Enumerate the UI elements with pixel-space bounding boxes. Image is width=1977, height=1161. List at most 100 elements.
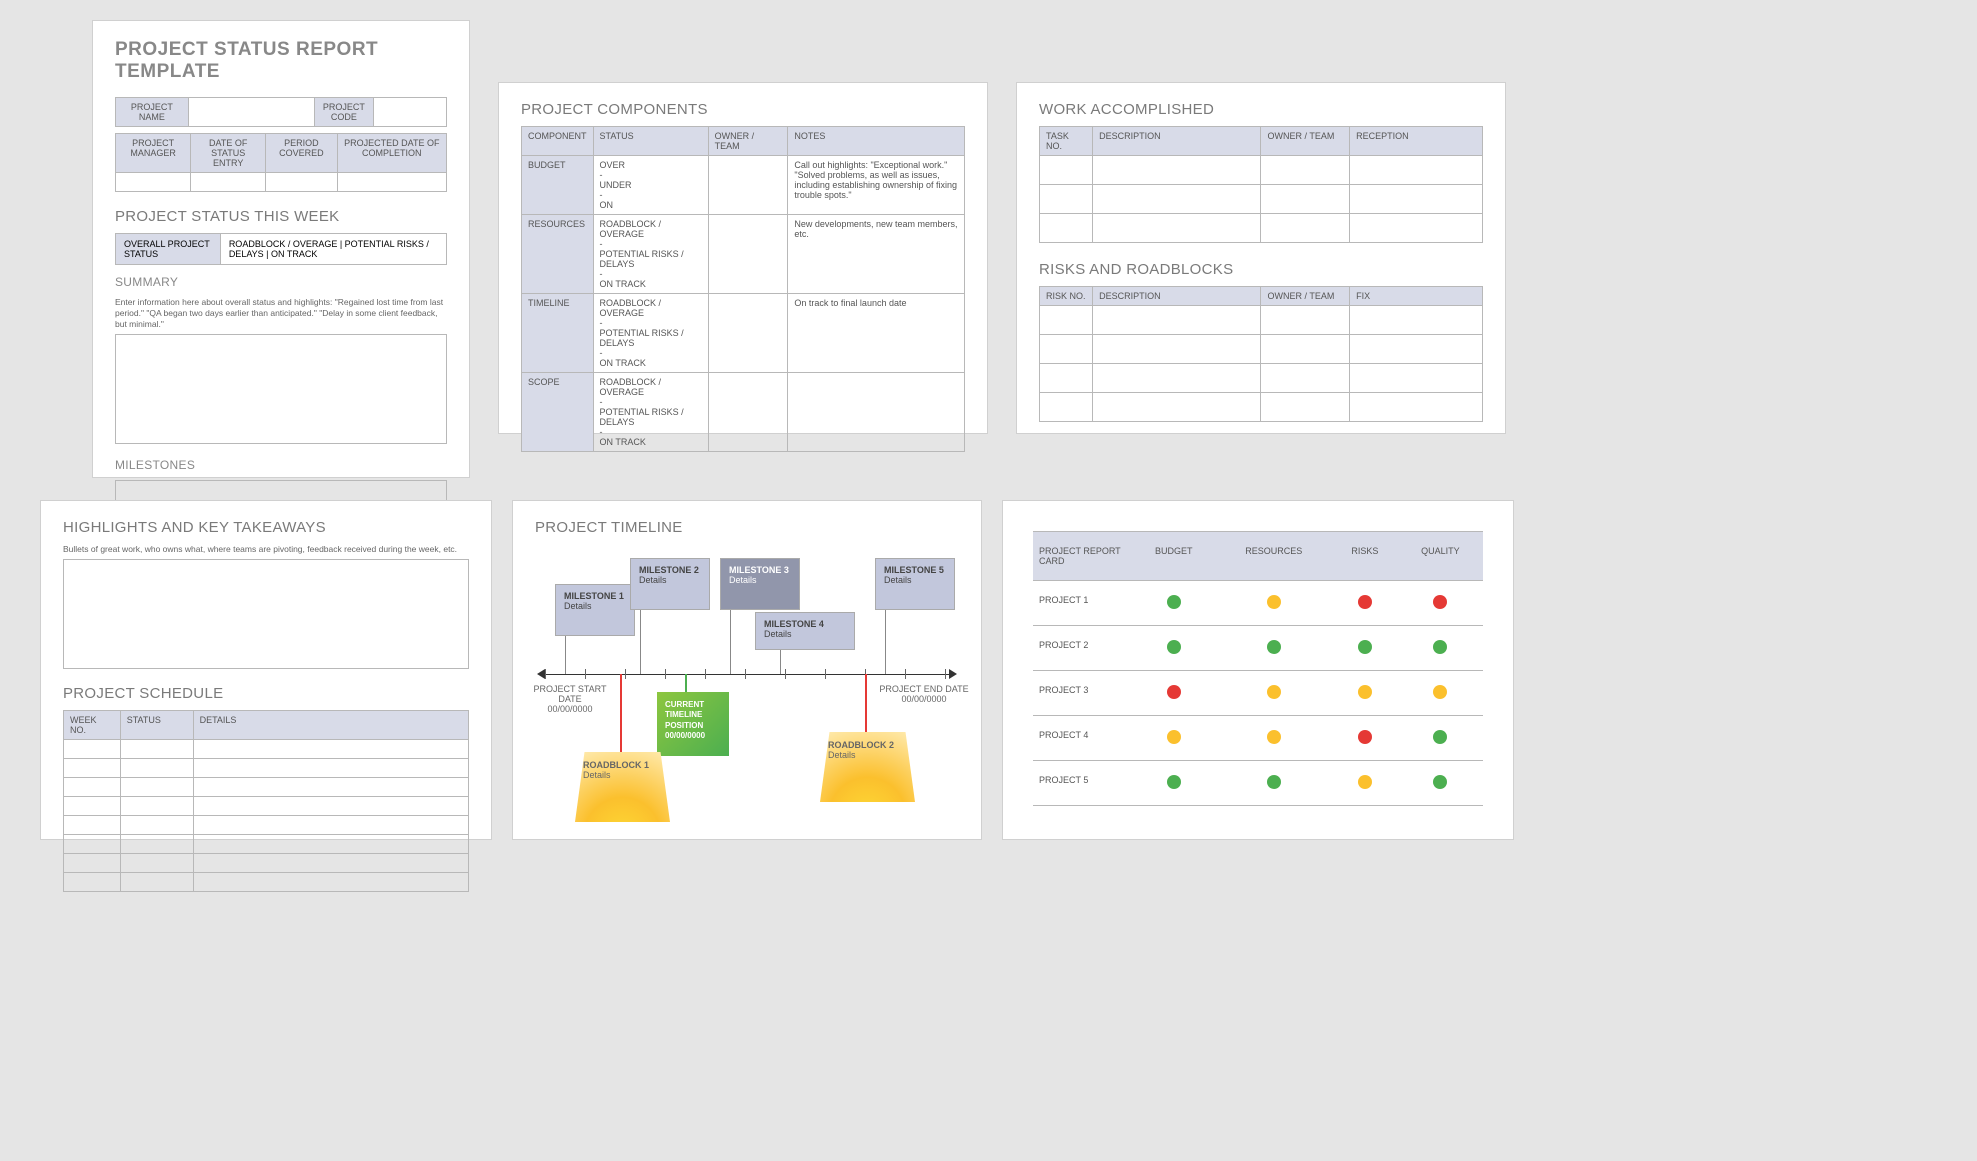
rc-project-name: PROJECT 3: [1033, 671, 1132, 716]
period-label: PERIOD COVERED: [266, 134, 337, 173]
period-cell[interactable]: [266, 173, 337, 192]
ps-h1: STATUS: [120, 711, 193, 740]
rr-cell[interactable]: [1040, 364, 1093, 393]
proj-name-label: PROJECT NAME: [116, 98, 189, 127]
ps-cell[interactable]: [64, 873, 121, 892]
proj-code-cell[interactable]: [374, 98, 447, 127]
rc-status-cell: [1216, 671, 1332, 716]
ps-cell[interactable]: [64, 835, 121, 854]
report-card-row: PROJECT 4: [1033, 716, 1483, 761]
m4-detail: Details: [764, 629, 792, 639]
wa-cell[interactable]: [1040, 185, 1093, 214]
proj-name-cell[interactable]: [188, 98, 314, 127]
m2-title: MILESTONE 2: [639, 565, 699, 575]
comp-r3-c1[interactable]: ROADBLOCK / OVERAGE - POTENTIAL RISKS / …: [593, 373, 708, 452]
ps-cell[interactable]: [64, 797, 121, 816]
roadblock-2[interactable]: ROADBLOCK 2 Details: [820, 732, 915, 802]
rr-title: RISKS AND ROADBLOCKS: [1039, 261, 1483, 278]
wa-table: TASK NO. DESCRIPTION OWNER / TEAM RECEPT…: [1039, 126, 1483, 243]
rc-project-name: PROJECT 4: [1033, 716, 1132, 761]
comp-r3-c2[interactable]: [708, 373, 788, 452]
rr-table: RISK NO. DESCRIPTION OWNER / TEAM FIX: [1039, 286, 1483, 422]
rr-cell[interactable]: [1040, 306, 1093, 335]
components-table: COMPONENT STATUS OWNER / TEAM NOTES BUDG…: [521, 126, 965, 452]
ps-cell[interactable]: [64, 759, 121, 778]
components-title: PROJECT COMPONENTS: [521, 101, 965, 118]
comp-r0-c1[interactable]: OVER - UNDER - ON: [593, 156, 708, 215]
end-date-label: PROJECT END DATE 00/00/0000: [879, 684, 969, 704]
ps-h0: WEEK NO.: [64, 711, 121, 740]
comp-r1-c3[interactable]: New developments, new team members, etc.: [788, 215, 965, 294]
milestone-4[interactable]: MILESTONE 4 Details: [755, 612, 855, 650]
page-6: PROJECT REPORT CARD BUDGET RESOURCES RIS…: [1002, 500, 1514, 840]
status-dot-icon: [1167, 775, 1181, 789]
hk-hint: Bullets of great work, who owns what, wh…: [63, 544, 469, 555]
timeline-area: MILESTONE 1 Details MILESTONE 2 Details …: [535, 544, 959, 854]
comp-r2-c2[interactable]: [708, 294, 788, 373]
hk-title: HIGHLIGHTS AND KEY TAKEAWAYS: [63, 519, 469, 536]
status-dot-icon: [1267, 685, 1281, 699]
rc-status-cell: [1332, 581, 1398, 626]
status-dot-icon: [1167, 595, 1181, 609]
status-dot-icon: [1267, 730, 1281, 744]
comp-r3-c0: SCOPE: [522, 373, 594, 452]
proj-date-cell[interactable]: [337, 173, 446, 192]
ps-cell[interactable]: [64, 854, 121, 873]
status-dot-icon: [1358, 685, 1372, 699]
ps-cell[interactable]: [64, 778, 121, 797]
rc-status-cell: [1216, 626, 1332, 671]
status-dot-icon: [1358, 775, 1372, 789]
page-2: PROJECT COMPONENTS COMPONENT STATUS OWNE…: [498, 82, 988, 434]
comp-r0-c3[interactable]: Call out highlights: "Exceptional work."…: [788, 156, 965, 215]
rb2-detail: Details: [828, 750, 856, 760]
project-meta-table: PROJECT MANAGER DATE OF STATUS ENTRY PER…: [115, 133, 447, 192]
comp-r0-c2[interactable]: [708, 156, 788, 215]
comp-h0: COMPONENT: [522, 127, 594, 156]
comp-h2: OWNER / TEAM: [708, 127, 788, 156]
rc-status-cell: [1216, 716, 1332, 761]
hk-box[interactable]: [63, 559, 469, 669]
ps-cell[interactable]: [64, 816, 121, 835]
rr-h0: RISK NO.: [1040, 287, 1093, 306]
rc-status-cell: [1216, 761, 1332, 806]
rr-cell[interactable]: [1040, 393, 1093, 422]
wa-h0: TASK NO.: [1040, 127, 1093, 156]
current-text: CURRENT TIMELINE POSITION 00/00/0000: [665, 700, 705, 740]
comp-r1-c2[interactable]: [708, 215, 788, 294]
ps-cell[interactable]: [64, 740, 121, 759]
rb1-detail: Details: [583, 770, 611, 780]
m1-detail: Details: [564, 601, 592, 611]
m2-detail: Details: [639, 575, 667, 585]
m5-title: MILESTONE 5: [884, 565, 944, 575]
comp-r3-c3[interactable]: [788, 373, 965, 452]
milestone-3[interactable]: MILESTONE 3 Details: [720, 558, 800, 610]
milestone-1[interactable]: MILESTONE 1 Details: [555, 584, 635, 636]
status-dot-icon: [1358, 730, 1372, 744]
comp-r1-c1[interactable]: ROADBLOCK / OVERAGE - POTENTIAL RISKS / …: [593, 215, 708, 294]
m5-detail: Details: [884, 575, 912, 585]
week-status-title: PROJECT STATUS THIS WEEK: [115, 208, 447, 225]
entry-cell[interactable]: [191, 173, 266, 192]
start-date-label: PROJECT START DATE 00/00/0000: [525, 684, 615, 714]
mgr-cell[interactable]: [116, 173, 191, 192]
rc-status-cell: [1332, 671, 1398, 716]
comp-r2-c3[interactable]: On track to final launch date: [788, 294, 965, 373]
summary-hint: Enter information here about overall sta…: [115, 297, 447, 330]
page-4: HIGHLIGHTS AND KEY TAKEAWAYS Bullets of …: [40, 500, 492, 840]
rc-h1: BUDGET: [1132, 532, 1216, 581]
wa-h1: DESCRIPTION: [1093, 127, 1261, 156]
comp-r2-c1[interactable]: ROADBLOCK / OVERAGE - POTENTIAL RISKS / …: [593, 294, 708, 373]
rc-h2: RESOURCES: [1216, 532, 1332, 581]
milestone-5[interactable]: MILESTONE 5 Details: [875, 558, 955, 610]
rr-h3: FIX: [1350, 287, 1483, 306]
rb2-title: ROADBLOCK 2: [828, 740, 894, 750]
current-position-note[interactable]: CURRENT TIMELINE POSITION 00/00/0000: [657, 692, 729, 756]
rc-status-cell: [1132, 671, 1216, 716]
overall-status-options[interactable]: ROADBLOCK / OVERAGE | POTENTIAL RISKS / …: [221, 234, 446, 264]
rr-cell[interactable]: [1040, 335, 1093, 364]
roadblock-1[interactable]: ROADBLOCK 1 Details: [575, 752, 670, 822]
wa-cell[interactable]: [1040, 156, 1093, 185]
milestone-2[interactable]: MILESTONE 2 Details: [630, 558, 710, 610]
summary-box[interactable]: [115, 334, 447, 444]
wa-cell[interactable]: [1040, 214, 1093, 243]
